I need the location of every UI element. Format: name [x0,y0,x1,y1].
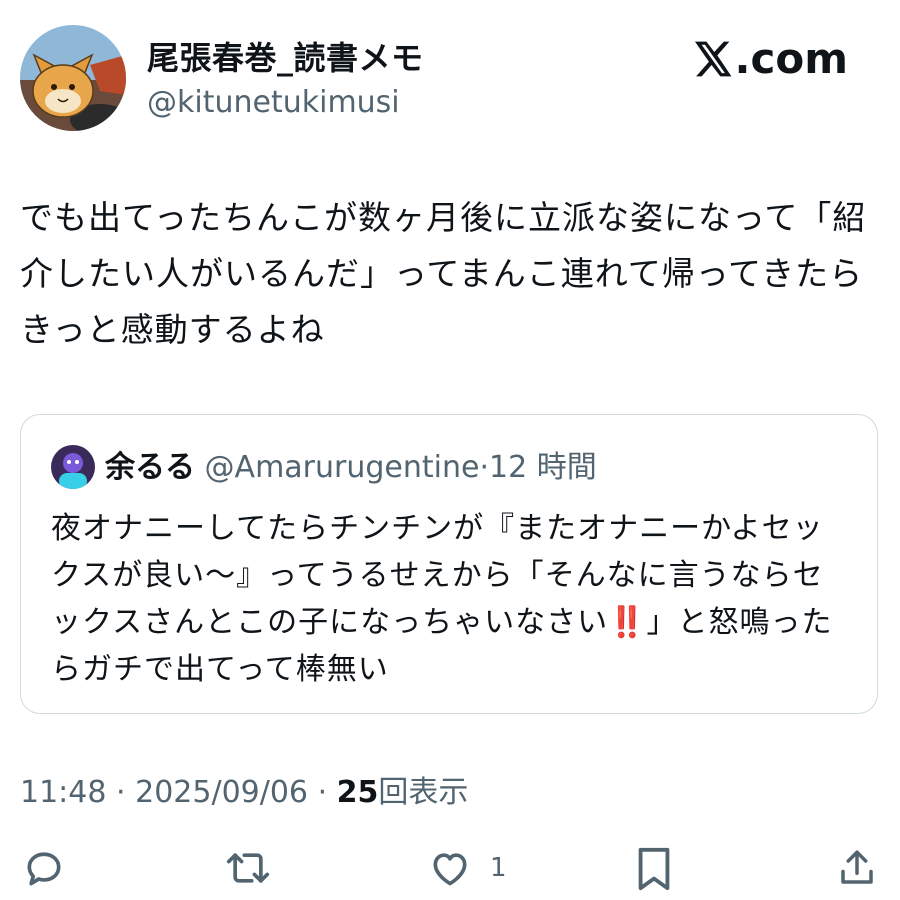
bookmark-button[interactable] [634,846,674,892]
quote-handle[interactable]: @Amarurugentine [205,450,480,485]
tweet-meta: 11:48 · 2025/09/06 · 25回表示 [20,774,468,812]
reply-icon [27,852,61,886]
retweet-button[interactable] [224,846,272,890]
views-count: 25 [336,775,379,810]
like-count: 1 [490,853,507,883]
action-bar: 1 [0,842,900,900]
like-icon [433,853,467,886]
double-exclamation-icon: ‼️ [608,605,647,640]
meta-separator: · [116,775,126,810]
like-button[interactable]: 1 [428,846,507,890]
quote-display-name[interactable]: 余るる [105,450,195,485]
retweet-icon [226,853,270,883]
meta-separator: · [317,775,328,810]
fox-avatar-icon[interactable] [20,25,126,131]
tweet-text: でも出てったちんこが数ヶ月後に立派な姿になって「紹介したい人がいるんだ」ってまん… [20,198,867,349]
author-handle[interactable]: @kitunetukimusi [147,84,400,122]
tweet-date[interactable]: 2025/09/06 [135,775,308,810]
share-icon [841,850,873,884]
tweet-time[interactable]: 11:48 [20,775,106,810]
views-label: 回表示 [378,775,469,810]
site-logo: .com [694,34,848,83]
quote-text: 夜オナニーしてたらチンチンが『またオナニーかよセックスが良い〜』ってうるせえから… [51,505,851,693]
share-button[interactable] [836,846,878,890]
author-display-name[interactable]: 尾張春巻_読書メモ [147,38,424,78]
quote-header: 余るる @Amarurugentine·12 時間 [105,449,597,487]
bookmark-icon [638,847,670,891]
quoted-tweet-card[interactable]: 余るる @Amarurugentine·12 時間 夜オナニーしてたらチンチンが… [20,414,878,714]
quote-separator: · [479,450,490,485]
x-logo-icon [694,41,731,77]
quote-avatar-icon[interactable] [51,445,95,489]
site-logo-label: .com [734,34,848,83]
reply-button[interactable] [22,846,66,890]
quote-time[interactable]: 12 時間 [489,450,597,485]
tweet-screenshot: 尾張春巻_読書メモ @kitunetukimusi .com でも出てったちんこ… [0,0,900,900]
